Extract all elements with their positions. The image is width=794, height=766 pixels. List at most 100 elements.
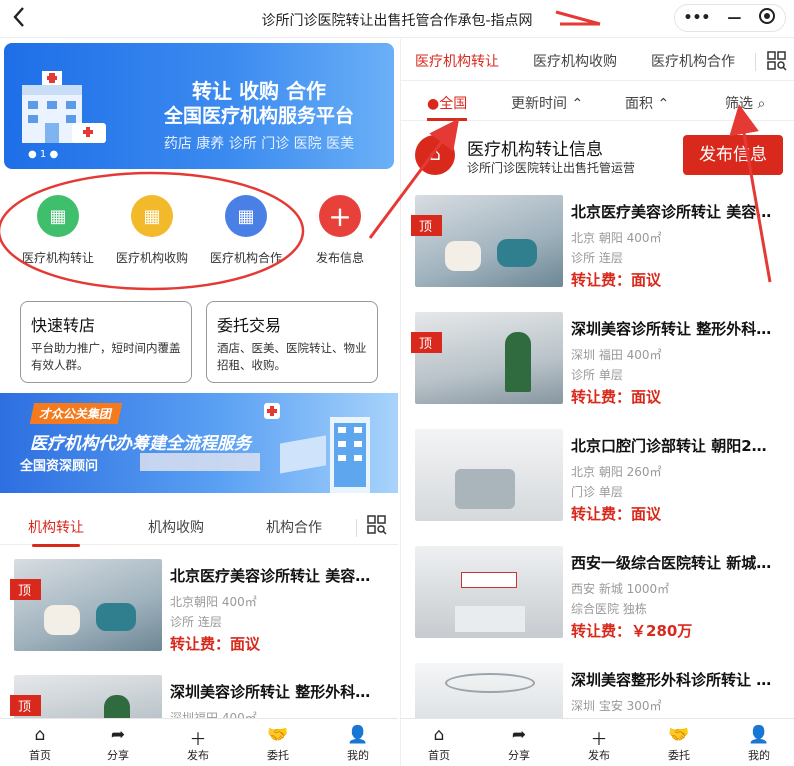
divider [356,519,357,537]
filter-area[interactable]: 面积 ⌃ [625,93,669,113]
nav-publish[interactable]: ＋发布 [168,725,228,763]
user-icon: 👤 [748,725,770,745]
more-dots-icon[interactable]: ••• [684,10,711,26]
filter-update-time[interactable]: 更新时间 ⌃ [511,93,583,113]
section-title: 医疗机构转让信息 [467,140,603,160]
category-hospital-cooperate[interactable]: ▦ 医疗机构合作 [198,195,294,266]
tab-acquire[interactable]: 机构收购 [148,517,204,537]
right-tab-bar: 医疗机构转让 医疗机构收购 医疗机构合作 [401,47,794,81]
minimize-icon[interactable]: — [727,10,741,26]
left-tab-bar: 机构转让 机构收购 机构合作 [0,509,398,547]
nav-label: 委托 [668,749,690,762]
grid-search-icon[interactable] [367,515,387,535]
listing-location: 深圳 福田 400㎡ [571,348,662,362]
listing-thumbnail [14,559,162,651]
active-tab-underline [32,544,80,547]
tab-transfer[interactable]: 机构转让 [28,517,84,547]
tab-cooperate[interactable]: 医疗机构合作 [651,51,735,71]
publish-info-button[interactable]: 发布信息 [683,135,783,175]
hospital-transfer-icon: ▦ [37,195,79,237]
listing-location: 北京朝阳 400㎡ [170,595,257,609]
category-label: 医疗机构合作 [209,251,282,265]
service-card-entrust[interactable]: 委托交易 酒店、医美、医院转让、物业招租、收购。 [206,301,378,383]
category-publish[interactable]: + 发布信息 [292,195,388,266]
city-buildings-illustration [264,403,370,493]
hospital-building-illustration [22,71,106,143]
tab-transfer[interactable]: 医疗机构转让 [415,51,499,71]
sort-icon: ⌃ [571,96,584,112]
listing-thumbnail [415,429,563,521]
banner-line-3: 药店 康养 诊所 门诊 医院 医美 [163,136,355,152]
listing-item[interactable]: 顶 北京医疗美容诊所转让 美容… 北京朝阳 400㎡ 诊所 连层 转让费：面议 [10,559,394,659]
listing-item[interactable]: 顶 深圳美容诊所转让 整形外科… 深圳 福田 400㎡ 诊所 单层 转让费：面议 [411,312,794,412]
nav-share[interactable]: ➦ 分享 [88,725,148,763]
listing-title: 西安一级综合医院转让 新城… [571,554,772,572]
listing-title: 深圳美容诊所转让 整形外科… [571,320,772,338]
filter-bar: ●全国 更新时间 ⌃ 面积 ⌃ 筛选 ⌕ [401,87,794,121]
nav-label: 首页 [428,749,450,762]
nav-share[interactable]: ➦ 分享 [489,725,549,763]
user-icon: 👤 [347,725,369,745]
listing-location: 西安 新城 1000㎡ [571,582,670,596]
listing-location: 北京 朝阳 260㎡ [571,465,662,479]
listing-fee: 转让费：面议 [571,505,662,523]
tab-cooperate[interactable]: 机构合作 [266,517,322,537]
listing-title: 北京医疗美容诊所转让 美容… [571,203,772,221]
share-icon: ➦ [110,725,126,745]
home-icon: ⌂ [433,725,445,745]
service-card-quick-transfer[interactable]: 快速转店 平台助力推广，短时间内覆盖有效人群。 [20,301,192,383]
listing-location: 深圳 宝安 300㎡ [571,699,662,713]
listing-location: 北京 朝阳 400㎡ [571,231,662,245]
listing-title: 深圳美容诊所转让 整形外科… [170,683,371,701]
nav-home[interactable]: ⌂ 首页 [10,725,70,763]
tab-acquire[interactable]: 医疗机构收购 [533,51,617,71]
listing-item[interactable]: 西安一级综合医院转让 新城… 西安 新城 1000㎡ 综合医院 独栋 转让费：￥… [415,546,794,646]
service-card-title: 快速转店 [31,316,96,335]
listing-fee: 转让费：面议 [571,388,662,406]
nav-label: 我的 [748,749,770,762]
listing-thumbnail [415,312,563,404]
listing-thumbnail [415,195,563,287]
ad-subtitle: 全国资深顾问 [20,459,99,474]
ad-tag: 才众公关集团 [29,403,123,424]
nav-mine[interactable]: 👤 我的 [729,725,789,763]
top-bar: 诊所门诊医院转让出售托管合作承包-指点网 ••• — [0,0,794,38]
listing-fee: 转让费：面议 [571,271,662,289]
listing-fee: 转让费：面议 [170,635,261,653]
category-hospital-transfer[interactable]: ▦ 医疗机构转让 [10,195,106,266]
nav-entrust[interactable]: 🤝 委托 [248,725,308,763]
target-close-icon[interactable] [758,7,776,29]
filter-screen[interactable]: 筛选 ⌕ [725,93,765,113]
handshake-icon: 🤝 [668,725,690,745]
listing-item[interactable]: 顶 北京医疗美容诊所转让 美容… 北京 朝阳 400㎡ 诊所 连层 转让费：面议 [411,195,794,295]
nav-label: 首页 [29,749,51,762]
service-card-title: 委托交易 [217,316,282,335]
hero-banner[interactable]: 转让 收购 合作 全国医疗机构服务平台 药店 康养 诊所 门诊 医院 医美 ● … [4,43,394,169]
ad-title: 医疗机构代办筹建全流程服务 [30,434,251,454]
category-hospital-acquire[interactable]: ▦ 医疗机构收购 [104,195,200,266]
filter-region[interactable]: ●全国 [427,93,468,121]
nav-mine[interactable]: 👤 我的 [328,725,388,763]
listing-title: 北京医疗美容诊所转让 美容… [170,567,371,585]
nav-home[interactable]: ⌂ 首页 [409,725,469,763]
bottom-nav: ⌂ 首页 ➦ 分享 ＋发布 🤝 委托 👤 我的 [0,718,398,766]
right-screen: 医疗机构转让 医疗机构收购 医疗机构合作 ●全国 更新时间 ⌃ 面积 ⌃ 筛选 … [400,39,794,766]
plus-icon: ＋ [189,730,207,750]
category-icon-row: ▦ 医疗机构转让 ▦ 医疗机构收购 ▦ 医疗机构合作 + 发布信息 [0,195,398,275]
nav-entrust[interactable]: 🤝 委托 [649,725,709,763]
ad-banner[interactable]: 才众公关集团 医疗机构代办筹建全流程服务 全国资深顾问 [0,393,398,493]
nav-label: 分享 [508,749,530,762]
listing-type: 诊所 单层 [571,368,623,382]
active-filter-underline [427,118,468,121]
nav-label: 我的 [347,749,369,762]
hospital-icon: ⌂ [415,135,455,175]
listing-type: 诊所 连层 [571,251,623,265]
grid-search-icon[interactable] [767,51,787,71]
nav-publish[interactable]: ＋发布 [569,725,629,763]
listing-type: 门诊 单层 [571,485,623,499]
nav-label: 发布 [588,749,610,762]
listing-fee: 转让费：￥280万 [571,622,693,640]
pinned-badge: 顶 [411,215,443,236]
listing-item[interactable]: 北京口腔门诊部转让 朝阳2… 北京 朝阳 260㎡ 门诊 单层 转让费：面议 [415,429,794,529]
banner-line-2: 全国医疗机构服务平台 [163,105,354,127]
